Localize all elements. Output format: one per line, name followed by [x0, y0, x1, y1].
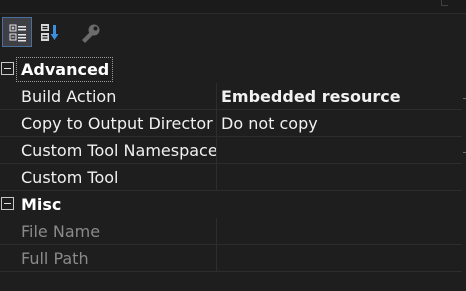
focus-rectangle	[16, 57, 113, 82]
column-divider	[216, 218, 217, 245]
property-row-custom-tool-namespace[interactable]: Custom Tool Namespace	[0, 137, 462, 164]
column-divider	[216, 164, 217, 191]
properties-window: Advanced Build Action Embedded resource …	[0, 0, 466, 291]
property-row-build-action[interactable]: Build Action Embedded resource	[0, 83, 462, 110]
category-misc[interactable]: Misc	[0, 191, 462, 218]
property-row-full-path[interactable]: Full Path	[0, 245, 462, 272]
categorized-button[interactable]	[2, 17, 32, 47]
property-value	[221, 245, 461, 272]
column-divider	[216, 83, 217, 110]
properties-toolbar	[0, 14, 466, 52]
property-grid: Advanced Build Action Embedded resource …	[0, 56, 462, 291]
property-row-copy-to-output[interactable]: Copy to Output Director Do not copy	[0, 110, 462, 137]
property-pages-button[interactable]	[74, 17, 104, 47]
collapse-toggle-icon[interactable]	[1, 197, 14, 210]
category-advanced[interactable]: Advanced	[0, 56, 462, 83]
corner-mark	[441, 0, 448, 6]
column-divider	[216, 137, 217, 164]
property-value[interactable]	[221, 164, 461, 191]
column-divider	[216, 245, 217, 272]
column-divider	[216, 110, 217, 137]
property-name: Copy to Output Director	[21, 114, 213, 133]
property-value[interactable]	[221, 137, 461, 164]
property-name: Custom Tool	[21, 168, 119, 187]
category-title: Misc	[21, 195, 62, 214]
property-name: Build Action	[21, 87, 117, 106]
property-row-file-name[interactable]: File Name	[0, 218, 462, 245]
property-value[interactable]: Embedded resource	[221, 83, 461, 110]
wrench-icon	[82, 24, 100, 43]
alphabetical-button[interactable]	[34, 17, 64, 47]
collapse-toggle-icon[interactable]	[1, 62, 14, 75]
property-value[interactable]: Do not copy	[221, 110, 461, 137]
property-row-custom-tool[interactable]: Custom Tool	[0, 164, 462, 191]
categorized-icon	[9, 24, 26, 42]
property-name: Custom Tool Namespace	[21, 141, 216, 160]
property-value	[221, 218, 461, 245]
alphabetical-icon	[41, 24, 59, 41]
property-name: Full Path	[21, 249, 89, 268]
window-top-edge	[0, 0, 466, 14]
property-name: File Name	[21, 222, 101, 241]
